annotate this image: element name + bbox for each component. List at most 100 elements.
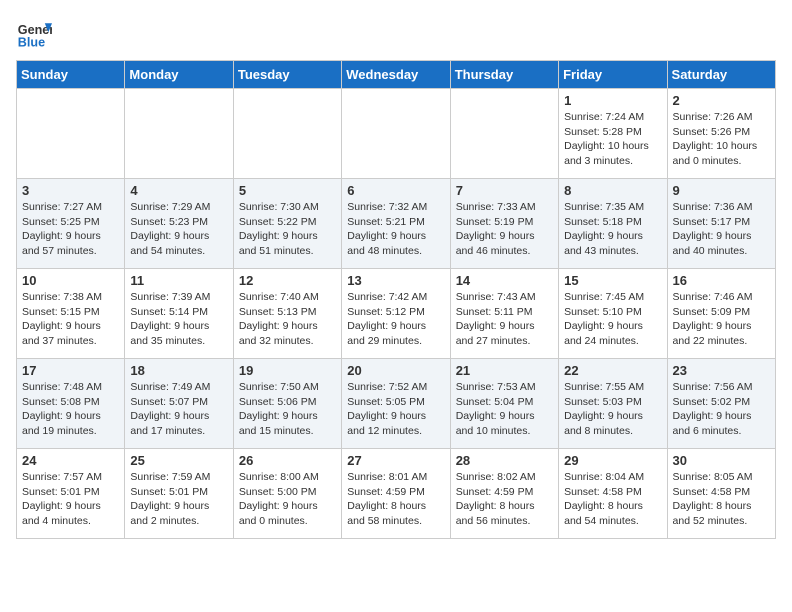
calendar-cell: 21 Sunrise: 7:53 AM Sunset: 5:04 PM Dayli… bbox=[450, 359, 558, 449]
calendar-cell: 6 Sunrise: 7:32 AM Sunset: 5:21 PM Daylig… bbox=[342, 179, 450, 269]
calendar-cell: 30 Sunrise: 8:05 AM Sunset: 4:58 PM Dayli… bbox=[667, 449, 775, 539]
calendar-cell: 28 Sunrise: 8:02 AM Sunset: 4:59 PM Dayli… bbox=[450, 449, 558, 539]
svg-text:Blue: Blue bbox=[18, 36, 45, 50]
calendar-cell bbox=[17, 89, 125, 179]
day-number: 7 bbox=[456, 183, 553, 198]
week-row-3: 10 Sunrise: 7:38 AM Sunset: 5:15 PM Dayli… bbox=[17, 269, 776, 359]
calendar-cell: 10 Sunrise: 7:38 AM Sunset: 5:15 PM Dayli… bbox=[17, 269, 125, 359]
weekday-header-saturday: Saturday bbox=[667, 61, 775, 89]
day-info: Sunrise: 8:02 AM Sunset: 4:59 PM Dayligh… bbox=[456, 470, 553, 529]
calendar-cell: 2Sunrise: 7:26 AM Sunset: 5:26 PM Daylig… bbox=[667, 89, 775, 179]
calendar-cell: 26Sunrise: 8:00 AM Sunset: 5:00 PM Dayli… bbox=[233, 449, 341, 539]
day-info: Sunrise: 7:52 AM Sunset: 5:05 PM Dayligh… bbox=[347, 380, 444, 439]
calendar-cell: 16 Sunrise: 7:46 AM Sunset: 5:09 PM Dayli… bbox=[667, 269, 775, 359]
day-info: Sunrise: 7:39 AM Sunset: 5:14 PM Dayligh… bbox=[130, 290, 227, 349]
day-info: Sunrise: 7:32 AM Sunset: 5:21 PM Dayligh… bbox=[347, 200, 444, 259]
logo-icon: General Blue bbox=[16, 16, 52, 52]
day-number: 26 bbox=[239, 453, 336, 468]
day-number: 24 bbox=[22, 453, 119, 468]
day-number: 27 bbox=[347, 453, 444, 468]
day-number: 28 bbox=[456, 453, 553, 468]
calendar-cell: 4Sunrise: 7:29 AM Sunset: 5:23 PM Daylig… bbox=[125, 179, 233, 269]
week-row-2: 3Sunrise: 7:27 AM Sunset: 5:25 PM Daylig… bbox=[17, 179, 776, 269]
day-info: Sunrise: 7:57 AM Sunset: 5:01 PM Dayligh… bbox=[22, 470, 119, 529]
calendar-cell: 13 Sunrise: 7:42 AM Sunset: 5:12 PM Dayli… bbox=[342, 269, 450, 359]
weekday-header-thursday: Thursday bbox=[450, 61, 558, 89]
week-row-5: 24 Sunrise: 7:57 AM Sunset: 5:01 PM Dayli… bbox=[17, 449, 776, 539]
day-info: Sunrise: 7:48 AM Sunset: 5:08 PM Dayligh… bbox=[22, 380, 119, 439]
calendar-cell: 14 Sunrise: 7:43 AM Sunset: 5:11 PM Dayli… bbox=[450, 269, 558, 359]
calendar-cell: 15 Sunrise: 7:45 AM Sunset: 5:10 PM Dayli… bbox=[559, 269, 667, 359]
day-info: Sunrise: 7:59 AM Sunset: 5:01 PM Dayligh… bbox=[130, 470, 227, 529]
weekday-header-monday: Monday bbox=[125, 61, 233, 89]
calendar-table: SundayMondayTuesdayWednesdayThursdayFrid… bbox=[16, 60, 776, 539]
day-number: 15 bbox=[564, 273, 661, 288]
day-info: Sunrise: 7:53 AM Sunset: 5:04 PM Dayligh… bbox=[456, 380, 553, 439]
day-info: Sunrise: 7:24 AM Sunset: 5:28 PM Dayligh… bbox=[564, 110, 661, 169]
calendar-cell: 25 Sunrise: 7:59 AM Sunset: 5:01 PM Dayli… bbox=[125, 449, 233, 539]
weekday-header-sunday: Sunday bbox=[17, 61, 125, 89]
calendar-cell bbox=[233, 89, 341, 179]
day-number: 21 bbox=[456, 363, 553, 378]
day-number: 5 bbox=[239, 183, 336, 198]
day-info: Sunrise: 7:38 AM Sunset: 5:15 PM Dayligh… bbox=[22, 290, 119, 349]
day-number: 10 bbox=[22, 273, 119, 288]
day-number: 16 bbox=[673, 273, 770, 288]
calendar-cell: 22Sunrise: 7:55 AM Sunset: 5:03 PM Dayli… bbox=[559, 359, 667, 449]
day-info: Sunrise: 7:27 AM Sunset: 5:25 PM Dayligh… bbox=[22, 200, 119, 259]
calendar-cell: 7Sunrise: 7:33 AM Sunset: 5:19 PM Daylig… bbox=[450, 179, 558, 269]
day-number: 1 bbox=[564, 93, 661, 108]
calendar-cell: 18 Sunrise: 7:49 AM Sunset: 5:07 PM Dayli… bbox=[125, 359, 233, 449]
calendar-cell: 27 Sunrise: 8:01 AM Sunset: 4:59 PM Dayli… bbox=[342, 449, 450, 539]
calendar-cell bbox=[450, 89, 558, 179]
calendar-cell bbox=[342, 89, 450, 179]
day-number: 17 bbox=[22, 363, 119, 378]
calendar-cell: 9 Sunrise: 7:36 AM Sunset: 5:17 PM Daylig… bbox=[667, 179, 775, 269]
day-number: 30 bbox=[673, 453, 770, 468]
day-info: Sunrise: 7:50 AM Sunset: 5:06 PM Dayligh… bbox=[239, 380, 336, 439]
day-number: 9 bbox=[673, 183, 770, 198]
day-number: 19 bbox=[239, 363, 336, 378]
day-number: 25 bbox=[130, 453, 227, 468]
day-number: 11 bbox=[130, 273, 227, 288]
day-info: Sunrise: 7:43 AM Sunset: 5:11 PM Dayligh… bbox=[456, 290, 553, 349]
day-number: 6 bbox=[347, 183, 444, 198]
calendar-cell: 20 Sunrise: 7:52 AM Sunset: 5:05 PM Dayli… bbox=[342, 359, 450, 449]
weekday-header-tuesday: Tuesday bbox=[233, 61, 341, 89]
week-row-1: 1 Sunrise: 7:24 AM Sunset: 5:28 PM Daylig… bbox=[17, 89, 776, 179]
day-number: 14 bbox=[456, 273, 553, 288]
day-info: Sunrise: 7:55 AM Sunset: 5:03 PM Dayligh… bbox=[564, 380, 661, 439]
day-info: Sunrise: 8:05 AM Sunset: 4:58 PM Dayligh… bbox=[673, 470, 770, 529]
day-number: 23 bbox=[673, 363, 770, 378]
calendar-cell: 23 Sunrise: 7:56 AM Sunset: 5:02 PM Dayli… bbox=[667, 359, 775, 449]
day-info: Sunrise: 7:30 AM Sunset: 5:22 PM Dayligh… bbox=[239, 200, 336, 259]
day-info: Sunrise: 7:40 AM Sunset: 5:13 PM Dayligh… bbox=[239, 290, 336, 349]
day-info: Sunrise: 7:49 AM Sunset: 5:07 PM Dayligh… bbox=[130, 380, 227, 439]
calendar-cell: 5 Sunrise: 7:30 AM Sunset: 5:22 PM Daylig… bbox=[233, 179, 341, 269]
day-info: Sunrise: 7:45 AM Sunset: 5:10 PM Dayligh… bbox=[564, 290, 661, 349]
day-info: Sunrise: 7:42 AM Sunset: 5:12 PM Dayligh… bbox=[347, 290, 444, 349]
logo: General Blue bbox=[16, 16, 52, 52]
day-number: 8 bbox=[564, 183, 661, 198]
day-number: 29 bbox=[564, 453, 661, 468]
day-number: 13 bbox=[347, 273, 444, 288]
calendar-cell: 17 Sunrise: 7:48 AM Sunset: 5:08 PM Dayli… bbox=[17, 359, 125, 449]
calendar-cell: 29 Sunrise: 8:04 AM Sunset: 4:58 PM Dayli… bbox=[559, 449, 667, 539]
day-info: Sunrise: 7:56 AM Sunset: 5:02 PM Dayligh… bbox=[673, 380, 770, 439]
day-info: Sunrise: 7:46 AM Sunset: 5:09 PM Dayligh… bbox=[673, 290, 770, 349]
day-info: Sunrise: 7:35 AM Sunset: 5:18 PM Dayligh… bbox=[564, 200, 661, 259]
weekday-header-friday: Friday bbox=[559, 61, 667, 89]
calendar-cell: 11 Sunrise: 7:39 AM Sunset: 5:14 PM Dayli… bbox=[125, 269, 233, 359]
calendar-cell bbox=[125, 89, 233, 179]
day-info: Sunrise: 8:04 AM Sunset: 4:58 PM Dayligh… bbox=[564, 470, 661, 529]
day-info: Sunrise: 8:01 AM Sunset: 4:59 PM Dayligh… bbox=[347, 470, 444, 529]
week-row-4: 17 Sunrise: 7:48 AM Sunset: 5:08 PM Dayli… bbox=[17, 359, 776, 449]
weekday-header-wednesday: Wednesday bbox=[342, 61, 450, 89]
day-number: 2 bbox=[673, 93, 770, 108]
page-header: General Blue bbox=[16, 16, 776, 52]
day-number: 18 bbox=[130, 363, 227, 378]
calendar-cell: 19 Sunrise: 7:50 AM Sunset: 5:06 PM Dayli… bbox=[233, 359, 341, 449]
day-info: Sunrise: 7:36 AM Sunset: 5:17 PM Dayligh… bbox=[673, 200, 770, 259]
day-number: 12 bbox=[239, 273, 336, 288]
day-number: 20 bbox=[347, 363, 444, 378]
